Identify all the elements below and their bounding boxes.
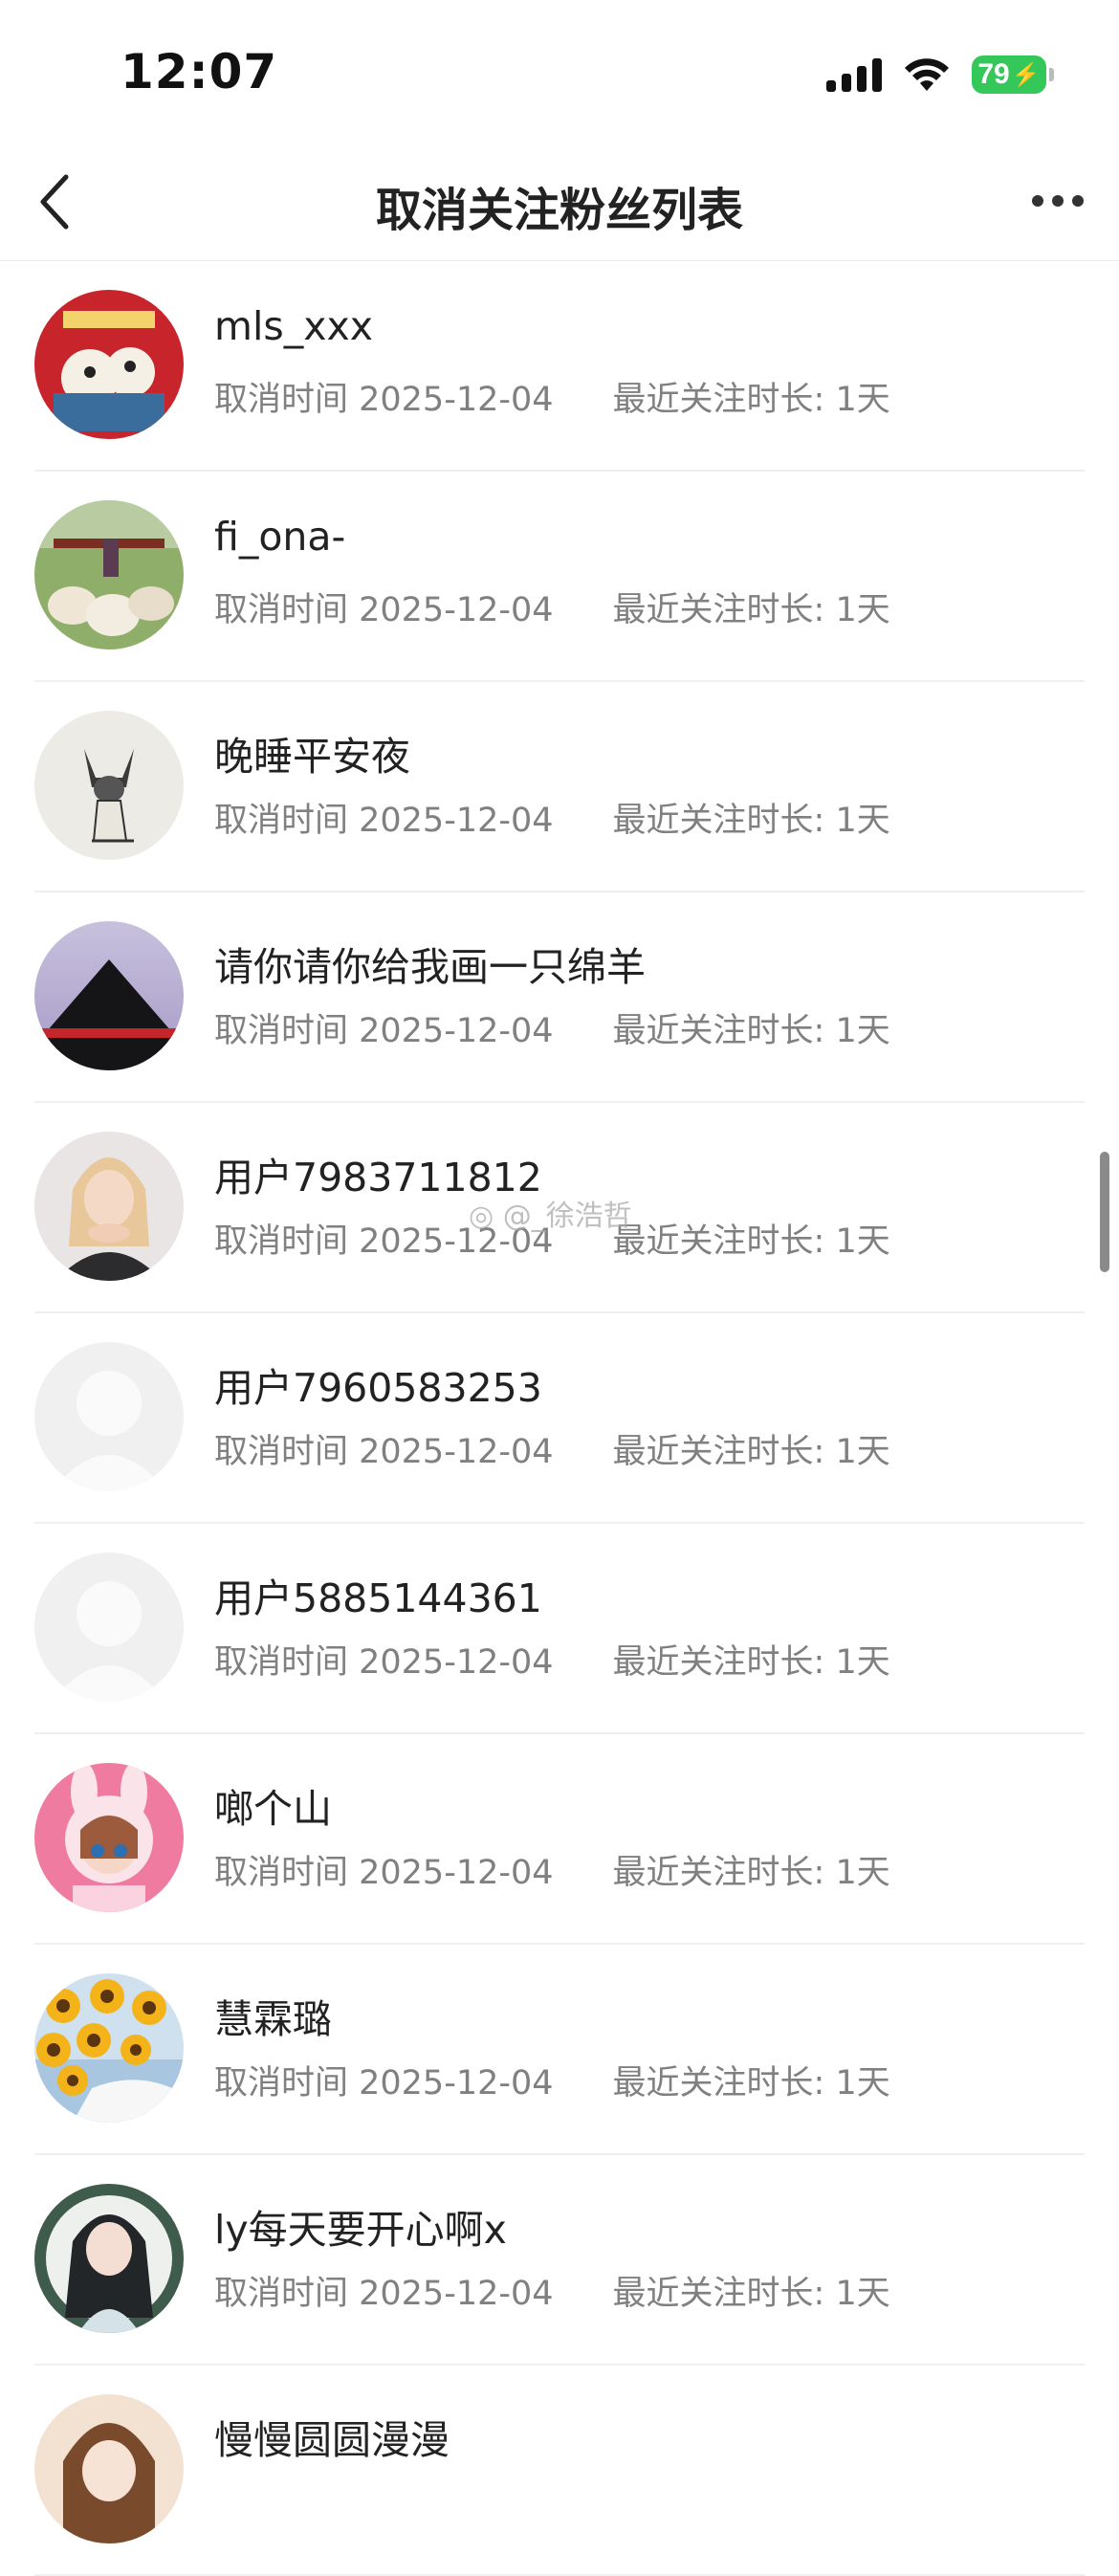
user-name: 啷个山 [214, 1786, 332, 1832]
user-name: mls_xxx [214, 303, 373, 349]
follow-meta: 取消时间 2025-12-04 最近关注时长: 1天 [214, 583, 890, 631]
nav-bar: 取消关注粉丝列表 [0, 143, 1119, 261]
page-title: 取消关注粉丝列表 [375, 184, 743, 237]
siamese-cat-sketch-avatar [34, 711, 184, 860]
follow-duration: 最近关注时长: 1天 [612, 2064, 890, 2103]
list-item[interactable]: fi_ona- 取消时间 2025-12-04 最近关注时长: 1天 [34, 472, 1085, 682]
list-item[interactable]: 慢慢圆圆漫漫 [34, 2366, 1085, 2576]
list-item[interactable]: 请你请你给我画一只绵羊 取消时间 2025-12-04 最近关注时长: 1天 [34, 892, 1085, 1103]
status-icons: 79 ⚡ [826, 54, 1054, 96]
wifi-icon [905, 58, 949, 91]
follow-duration: 最近关注时长: 1天 [612, 802, 890, 840]
list-item[interactable]: 晚睡平安夜 取消时间 2025-12-04 最近关注时长: 1天 [34, 682, 1085, 892]
user-name: 用户7960583253 [214, 1365, 542, 1411]
sheep-farm-photo-avatar [34, 500, 184, 650]
status-bar: 12:07 79 ⚡ [0, 0, 1119, 143]
cancel-time: 取消时间 2025-12-04 [214, 1012, 554, 1050]
follow-duration: 最近关注时长: 1天 [612, 1854, 890, 1892]
follow-duration: 最近关注时长: 1天 [612, 591, 890, 629]
follow-meta: 取消时间 2025-12-04 最近关注时长: 1天 [214, 793, 890, 842]
scrollbar[interactable] [1100, 1152, 1109, 1272]
sunflowers-avatar [34, 1973, 184, 2123]
list-item[interactable]: ly每天要开心啊x 取消时间 2025-12-04 最近关注时长: 1天 [34, 2155, 1085, 2366]
battery-level: 79 [977, 58, 1010, 90]
avatar[interactable] [34, 921, 184, 1070]
default-user-avatar [34, 1342, 184, 1491]
watermark-text: @_徐浩哲 [502, 1200, 632, 1233]
cancel-time: 取消时间 2025-12-04 [214, 802, 554, 840]
list-item[interactable]: 用户5885144361 取消时间 2025-12-04 最近关注时长: 1天 [34, 1524, 1085, 1734]
status-time: 12:07 [121, 44, 278, 99]
follow-meta: 取消时间 2025-12-04 最近关注时长: 1天 [214, 1424, 890, 1473]
anime-avatar [34, 2394, 184, 2543]
user-name: 用户5885144361 [214, 1575, 542, 1621]
avatar[interactable] [34, 290, 184, 439]
battery-charging-icon: 79 ⚡ [972, 55, 1054, 94]
cancel-time: 取消时间 2025-12-04 [214, 1854, 554, 1892]
user-name: fi_ona- [214, 514, 346, 560]
follow-meta: 取消时间 2025-12-04 最近关注时长: 1天 [214, 1003, 890, 1052]
user-name: 慢慢圆圆漫漫 [214, 2417, 450, 2463]
weibo-icon: ◎ [469, 1200, 494, 1233]
follower-list: mls_xxx 取消时间 2025-12-04 最近关注时长: 1天 fi_ona… [0, 261, 1119, 2576]
user-name: ly每天要开心啊x [214, 2207, 507, 2253]
user-name: 晚睡平安夜 [214, 734, 410, 780]
follow-meta: 取消时间 2025-12-04 最近关注时长: 1天 [214, 2266, 890, 2315]
default-user-avatar [34, 1552, 184, 1702]
follow-duration: 最近关注时长: 1天 [612, 1433, 890, 1471]
follow-meta: 取消时间 2025-12-04 最近关注时长: 1天 [214, 1845, 890, 1894]
follow-duration: 最近关注时长: 1天 [612, 381, 890, 419]
follow-meta [214, 2477, 274, 2515]
avatar[interactable] [34, 2184, 184, 2333]
bunny-girl-anime-avatar [34, 1763, 184, 1912]
list-item[interactable]: 啷个山 取消时间 2025-12-04 最近关注时长: 1天 [34, 1734, 1085, 1945]
follow-meta: 取消时间 2025-12-04 最近关注时长: 1天 [214, 1635, 890, 1684]
user-name: 请你请你给我画一只绵羊 [214, 944, 646, 990]
follow-meta: 取消时间 2025-12-04 最近关注时长: 1天 [214, 2056, 890, 2104]
follow-meta: 取消时间 2025-12-04 最近关注时长: 1天 [214, 372, 890, 421]
avatar[interactable] [34, 1342, 184, 1491]
avatar[interactable] [34, 500, 184, 650]
signal-icon [826, 57, 882, 92]
cancel-time: 取消时间 2025-12-04 [214, 381, 554, 419]
illustrated-girl-avatar [34, 2184, 184, 2333]
avatar[interactable] [34, 1763, 184, 1912]
list-item[interactable]: 慧霖璐 取消时间 2025-12-04 最近关注时长: 1天 [34, 1945, 1085, 2155]
more-button[interactable] [1020, 172, 1096, 230]
list-item[interactable]: mls_xxx 取消时间 2025-12-04 最近关注时长: 1天 [34, 261, 1085, 472]
blonde-girl-photo-avatar [34, 1132, 184, 1281]
dark-mountain-avatar [34, 921, 184, 1070]
cancel-time: 取消时间 2025-12-04 [214, 1643, 554, 1682]
cancel-time: 取消时间 2025-12-04 [214, 2064, 554, 2103]
follow-duration: 最近关注时长: 1天 [612, 2275, 890, 2313]
cartoon-new-year-avatar [34, 290, 184, 439]
follow-duration: 最近关注时长: 1天 [612, 1012, 890, 1050]
cancel-time: 取消时间 2025-12-04 [214, 2275, 554, 2313]
avatar[interactable] [34, 1552, 184, 1702]
more-dots-icon [1032, 195, 1043, 207]
avatar[interactable] [34, 1973, 184, 2123]
cancel-time: 取消时间 2025-12-04 [214, 591, 554, 629]
avatar[interactable] [34, 2394, 184, 2543]
avatar[interactable] [34, 711, 184, 860]
avatar[interactable] [34, 1132, 184, 1281]
watermark: ◎ @_徐浩哲 [469, 1192, 632, 1234]
cancel-time: 取消时间 2025-12-04 [214, 1433, 554, 1471]
user-name: 慧霖璐 [214, 1996, 332, 2042]
list-item[interactable]: 用户7960583253 取消时间 2025-12-04 最近关注时长: 1天 [34, 1313, 1085, 1524]
follow-duration: 最近关注时长: 1天 [612, 1643, 890, 1682]
follow-duration: 最近关注时长: 1天 [612, 1222, 890, 1261]
